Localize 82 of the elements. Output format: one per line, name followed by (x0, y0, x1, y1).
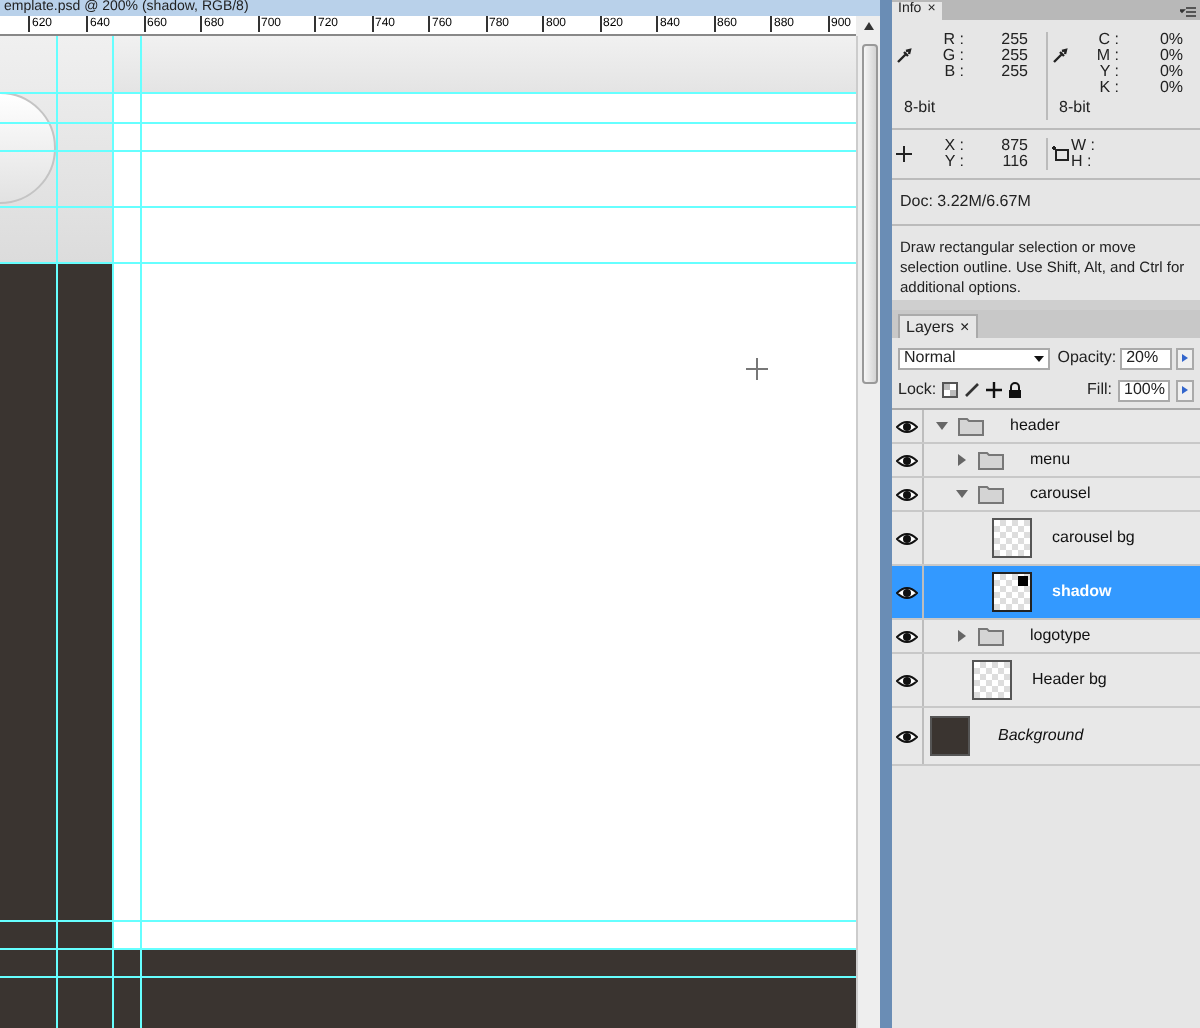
info-label: B : (942, 61, 966, 84)
layer-name: carousel bg (1052, 526, 1135, 550)
info-label: W : (1069, 134, 1095, 155)
eye-icon[interactable] (896, 531, 918, 545)
padlock-icon[interactable] (1008, 382, 1023, 398)
brush-icon[interactable] (964, 382, 981, 398)
caret-right-icon (1182, 386, 1188, 394)
info-value: 116 (1000, 151, 1028, 174)
eye-icon[interactable] (896, 453, 918, 467)
layer-row[interactable]: header (892, 410, 1200, 444)
layer-name: Background (998, 724, 1084, 748)
layer-thumbnail-solid (930, 716, 970, 756)
caret-down-icon[interactable] (936, 420, 948, 432)
tab-close[interactable]: × (960, 315, 970, 339)
info-label: M : (1094, 45, 1121, 65)
info-label: K : (1097, 76, 1121, 100)
layer-name: logotype (1030, 624, 1091, 648)
layer-name: carousel (1030, 482, 1091, 506)
eye-icon[interactable] (896, 487, 918, 501)
info-value: 0% (1157, 45, 1183, 64)
opacity-field[interactable]: 20% (1120, 347, 1173, 369)
layer-name: shadow (1052, 580, 1112, 604)
info-label: Y : (1097, 60, 1121, 81)
eye-icon[interactable] (896, 729, 918, 743)
caret-down-icon (1033, 355, 1044, 361)
layer-name: Header bg (1032, 668, 1107, 692)
layer-name: header (1010, 414, 1060, 438)
caret-right-icon[interactable] (956, 454, 968, 466)
info-label: R : (941, 28, 966, 48)
layer-row[interactable]: Header bg (892, 654, 1200, 708)
panel-menu-icon[interactable] (1180, 6, 1196, 18)
selection-size-icon (1051, 146, 1069, 162)
document-size: Doc: 3.22M/6.67M (900, 192, 1031, 210)
info-value: 255 (999, 45, 1028, 64)
blend-mode-dropdown[interactable]: Normal (898, 347, 1050, 369)
eye-icon[interactable] (896, 585, 918, 599)
eyedropper-icon (1051, 48, 1067, 64)
lock-transparency-icon[interactable] (942, 382, 959, 398)
info-label: C : (1096, 28, 1121, 49)
folder-icon (978, 450, 1004, 470)
fill-label: Fill: (1087, 378, 1112, 402)
layer-row[interactable]: carousel bg (892, 512, 1200, 566)
opacity-label: Opacity: (1057, 346, 1117, 370)
layer-name: menu (1030, 448, 1071, 472)
info-value: 0% (1157, 28, 1183, 48)
folder-icon (978, 626, 1004, 646)
caret-down-icon[interactable] (956, 488, 968, 500)
eyedropper-icon (896, 48, 912, 64)
info-value: 255 (999, 61, 1028, 84)
info-value: 0% (1157, 61, 1183, 80)
fill-field[interactable]: 100% (1118, 379, 1170, 401)
info-value: 0% (1157, 77, 1183, 100)
caret-right-icon[interactable] (956, 630, 968, 642)
eye-icon[interactable] (896, 673, 918, 687)
scroll-up-icon[interactable] (863, 22, 873, 30)
scrollbar-thumb[interactable] (861, 44, 877, 384)
layer-row[interactable]: logotype (892, 620, 1200, 654)
fill-stepper-button[interactable] (1176, 379, 1194, 401)
info-value: 875 (999, 134, 1028, 154)
bit-depth: 8-bit (1057, 96, 1093, 120)
move-icon[interactable] (986, 382, 1003, 398)
lock-label: Lock: (898, 378, 937, 402)
crosshair-icon (896, 146, 912, 162)
layers-tab[interactable]: Layers × (898, 314, 978, 338)
layer-row[interactable]: Background (892, 708, 1200, 766)
layer-row[interactable]: menu (892, 444, 1200, 478)
info-label: H : (1069, 150, 1092, 174)
folder-icon (978, 484, 1004, 504)
layer-row[interactable]: carousel (892, 478, 1200, 512)
info-label: X : (942, 134, 966, 155)
info-label: G : (940, 44, 966, 65)
bit-depth: 8-bit (902, 96, 938, 120)
eye-icon[interactable] (896, 419, 918, 433)
crosshair-cursor-icon (746, 358, 768, 380)
opacity-stepper-button[interactable] (1176, 347, 1194, 369)
mask-badge-icon (1018, 576, 1028, 586)
info-value: 255 (999, 28, 1028, 48)
tab-label: Layers (906, 315, 955, 339)
folder-icon (958, 416, 984, 436)
caret-right-icon (1182, 354, 1188, 362)
info-label: Y : (942, 150, 966, 174)
eye-icon[interactable] (896, 629, 918, 643)
